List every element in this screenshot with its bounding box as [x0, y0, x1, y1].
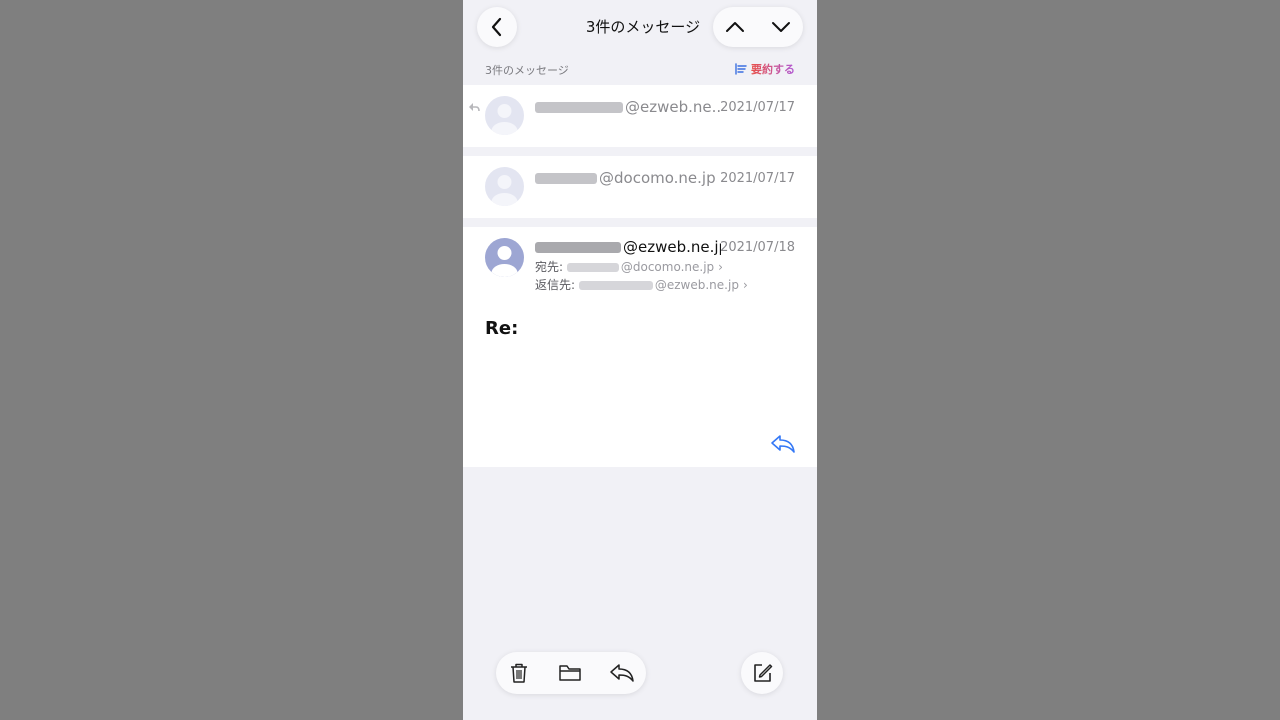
reply-icon: [610, 664, 634, 682]
redacted-name: [535, 102, 623, 113]
delete-button[interactable]: [504, 658, 534, 688]
chevron-right-icon: ›: [718, 260, 723, 274]
sender-address[interactable]: @ezweb.ne.jp: [535, 238, 721, 256]
back-button[interactable]: [477, 7, 517, 47]
chevron-up-icon: [726, 22, 744, 32]
move-to-folder-button[interactable]: [555, 658, 585, 688]
recipient-line[interactable]: 宛先: @docomo.ne.jp ›: [535, 258, 723, 275]
sender-domain: @ezweb.ne.jp: [623, 238, 721, 256]
recipient-domain: @docomo.ne.jp: [620, 260, 715, 274]
redacted-name: [566, 263, 619, 272]
summarize-button[interactable]: 要約する: [735, 61, 795, 77]
avatar: [485, 238, 524, 277]
person-icon: [491, 175, 518, 206]
message-date: 2021/07/17: [720, 171, 795, 186]
reply-to-domain: @ezweb.ne.jp: [654, 278, 739, 292]
person-icon: [491, 246, 518, 277]
reply-icon: [771, 435, 795, 453]
sender-address: @docomo.ne.jp: [535, 169, 721, 187]
reply-toolbar-button[interactable]: [607, 658, 637, 688]
message-nav-pill: [713, 7, 803, 47]
message-date: 2021/07/18: [720, 240, 795, 255]
summarize-label: 要約する: [751, 63, 795, 76]
folder-icon: [559, 665, 581, 681]
compose-button[interactable]: [741, 652, 783, 694]
chevron-down-icon: [772, 22, 790, 32]
message-row[interactable]: @ezweb.ne... 2021/07/17: [463, 85, 817, 147]
chevron-left-icon: [491, 17, 502, 37]
summarize-icon: [735, 63, 747, 75]
next-message-button[interactable]: [758, 7, 803, 47]
reply-to-label: 返信先:: [535, 278, 576, 292]
message-subject: Re:: [485, 318, 519, 339]
message-count-label: 3件のメッセージ: [485, 64, 569, 77]
replied-indicator-icon: [469, 103, 480, 112]
message-date: 2021/07/17: [720, 100, 795, 115]
reply-to-line[interactable]: 返信先: @ezweb.ne.jp ›: [535, 276, 748, 293]
sender-address: @ezweb.ne...: [535, 98, 721, 116]
sender-domain: @docomo.ne.jp: [599, 169, 716, 187]
page-title: 3件のメッセージ: [585, 18, 701, 36]
message-row[interactable]: @docomo.ne.jp 2021/07/17: [463, 156, 817, 218]
chevron-right-icon: ›: [742, 278, 748, 292]
reply-button[interactable]: [769, 432, 797, 456]
bottom-toolbar: [496, 652, 646, 694]
sender-domain: @ezweb.ne...: [625, 98, 721, 116]
previous-message-button[interactable]: [713, 7, 758, 47]
avatar: [485, 96, 524, 135]
to-label: 宛先:: [535, 260, 564, 274]
person-icon: [491, 104, 518, 135]
expanded-message: @ezweb.ne.jp 2021/07/18 宛先: @docomo.ne.j…: [463, 227, 817, 467]
mail-app-screen: 3件のメッセージ 3件のメッセージ 要約する @ezweb.ne... 2021…: [463, 0, 817, 720]
redacted-name: [535, 242, 621, 253]
trash-icon: [511, 663, 527, 683]
avatar: [485, 167, 524, 206]
redacted-name: [578, 281, 653, 290]
compose-icon: [754, 664, 773, 682]
redacted-name: [535, 173, 597, 184]
